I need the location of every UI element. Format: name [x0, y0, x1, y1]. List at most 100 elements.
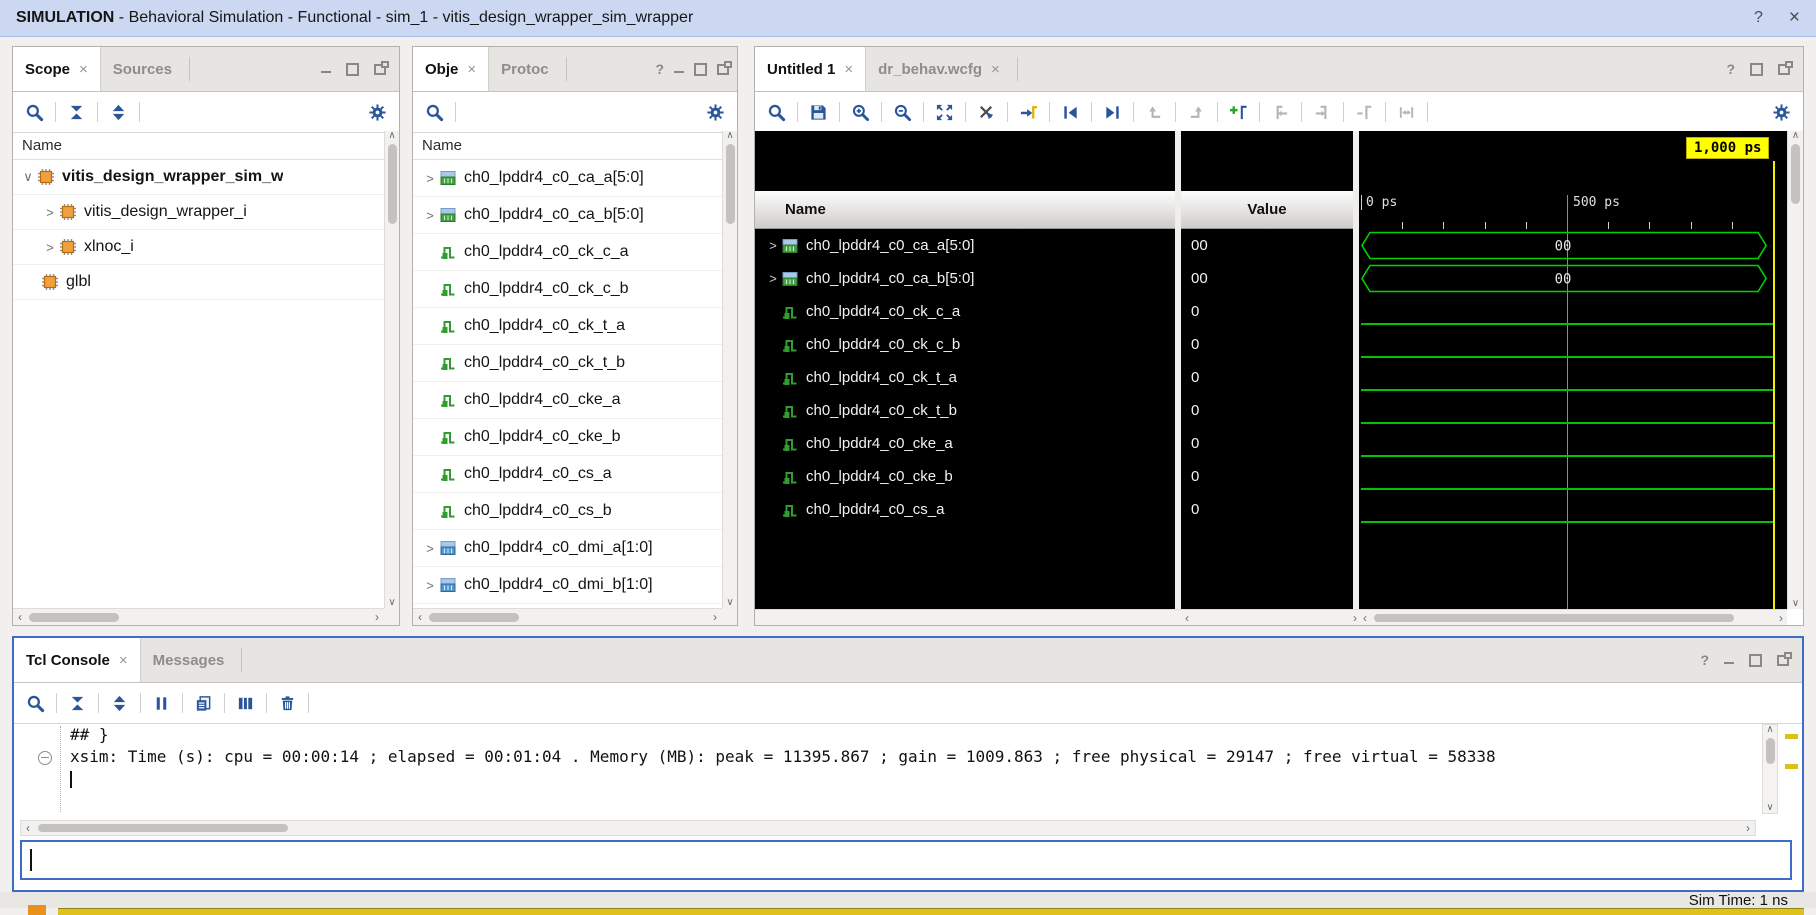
previous-marker-button[interactable]	[1267, 99, 1294, 126]
previous-transition-button[interactable]	[1057, 99, 1084, 126]
report-button[interactable]	[232, 690, 259, 717]
scroll-left-icon[interactable]: ‹	[1363, 612, 1367, 624]
remove-marker-button[interactable]	[1351, 99, 1378, 126]
wave-signal-row[interactable]: >ch0_lpddr4_c0_ca_a[5:0]	[755, 229, 1175, 262]
chevron-down-icon[interactable]: ∨	[19, 169, 37, 185]
scroll-left-icon[interactable]: ‹	[26, 822, 30, 834]
time-cursor[interactable]	[1773, 161, 1775, 609]
chevron-right-icon[interactable]: >	[421, 541, 439, 556]
next-marker-button[interactable]	[1309, 99, 1336, 126]
wave-scalar-lane[interactable]	[1359, 394, 1787, 427]
maximize-icon[interactable]	[1750, 63, 1763, 76]
collapse-line-icon[interactable]	[38, 751, 52, 765]
help-icon[interactable]: ?	[1726, 61, 1735, 77]
scope-vertical-scrollbar[interactable]: ∧ ∨	[384, 131, 399, 608]
expand-all-button[interactable]	[106, 690, 133, 717]
float-icon[interactable]	[1777, 655, 1789, 666]
chevron-right-icon[interactable]: >	[421, 578, 439, 593]
scope-name-column-header[interactable]: Name	[13, 131, 384, 160]
tree-row-root[interactable]: ∨ vitis_design_wrapper_sim_w	[13, 160, 384, 195]
next-transition-button[interactable]	[1099, 99, 1126, 126]
objects-name-column-header[interactable]: Name	[413, 131, 722, 160]
wave-vertical-scrollbar[interactable]: ∧ ∨	[1787, 131, 1803, 609]
wave-scalar-lane[interactable]	[1359, 460, 1787, 493]
maximize-icon[interactable]	[694, 63, 707, 76]
search-button[interactable]	[22, 690, 49, 717]
swap-previous-button[interactable]	[1141, 99, 1168, 126]
console-horizontal-scrollbar[interactable]: ‹ ›	[20, 820, 1756, 836]
zoom-out-button[interactable]	[889, 99, 916, 126]
signal-row[interactable]: ch0_lpddr4_c0_cs_a	[413, 456, 722, 493]
scroll-up-icon[interactable]: ∧	[388, 131, 395, 141]
save-button[interactable]	[805, 99, 832, 126]
settings-gear-button[interactable]	[1768, 99, 1795, 126]
wave-signal-row[interactable]: ch0_lpddr4_c0_ck_c_a	[755, 295, 1175, 328]
scroll-marker-yellow[interactable]	[1785, 764, 1798, 769]
tab-scope[interactable]: Scope ×	[13, 47, 101, 91]
tab-sources[interactable]: Sources	[101, 47, 184, 91]
scrollbar-thumb[interactable]	[1766, 738, 1775, 764]
swap-next-button[interactable]	[1183, 99, 1210, 126]
close-icon[interactable]: ×	[1789, 7, 1800, 29]
search-button[interactable]	[763, 99, 790, 126]
float-icon[interactable]	[1778, 64, 1790, 75]
tab-untitled-1[interactable]: Untitled 1 ×	[755, 47, 866, 91]
chevron-right-icon[interactable]: >	[765, 271, 781, 286]
chevron-right-icon[interactable]: >	[41, 205, 59, 220]
wave-signal-row[interactable]: ch0_lpddr4_c0_ck_t_b	[755, 394, 1175, 427]
scroll-right-icon[interactable]: ›	[1353, 612, 1357, 624]
minimize-icon[interactable]	[674, 71, 684, 73]
wave-signal-row[interactable]: ch0_lpddr4_c0_cke_a	[755, 427, 1175, 460]
scrollbar-thumb[interactable]	[38, 824, 288, 832]
help-icon[interactable]: ?	[1700, 652, 1709, 668]
collapse-all-button[interactable]	[64, 690, 91, 717]
tab-protocol[interactable]: Protoc	[489, 47, 561, 91]
wave-value-header[interactable]: Value	[1181, 191, 1353, 229]
maximize-icon[interactable]	[346, 63, 359, 76]
scroll-marker-yellow[interactable]	[1785, 734, 1798, 739]
disable-snap-button[interactable]	[973, 99, 1000, 126]
wave-name-header[interactable]: Name	[755, 191, 1175, 229]
wave-scalar-lane[interactable]	[1359, 361, 1787, 394]
wave-signal-row[interactable]: ch0_lpddr4_c0_cs_a	[755, 493, 1175, 526]
tab-messages[interactable]: Messages	[141, 638, 237, 682]
scroll-left-icon[interactable]: ‹	[1185, 612, 1189, 624]
scroll-left-icon[interactable]: ‹	[18, 611, 22, 623]
clear-console-button[interactable]	[274, 690, 301, 717]
scroll-down-icon[interactable]: ∨	[1792, 599, 1799, 609]
zoom-fit-button[interactable]	[931, 99, 958, 126]
wave-scalar-lane[interactable]	[1359, 427, 1787, 460]
wave-scalar-lane[interactable]	[1359, 295, 1787, 328]
collapse-all-button[interactable]	[63, 99, 90, 126]
signal-row[interactable]: >ch0_lpddr4_c0_dmi_a[1:0]	[413, 530, 722, 567]
wave-bus-lane[interactable]: 00	[1359, 262, 1787, 295]
console-output[interactable]: ## } xsim: Time (s): cpu = 00:00:14 ; el…	[20, 724, 1756, 814]
tree-row[interactable]: glbl	[13, 265, 384, 300]
signal-row[interactable]: ch0_lpddr4_c0_cke_a	[413, 382, 722, 419]
help-icon[interactable]: ?	[1754, 9, 1763, 27]
minimize-icon[interactable]	[321, 71, 331, 73]
tab-close-icon[interactable]: ×	[991, 61, 1000, 78]
waveform-plot-area[interactable]: 1,000 ps 0 ps 500 ps 00 00	[1359, 131, 1787, 609]
measure-button[interactable]	[1393, 99, 1420, 126]
wave-scalar-lane[interactable]	[1359, 328, 1787, 361]
wave-signal-row[interactable]: ch0_lpddr4_c0_ck_c_b	[755, 328, 1175, 361]
scrollbar-thumb[interactable]	[29, 613, 119, 622]
wave-signal-row[interactable]: ch0_lpddr4_c0_ck_t_a	[755, 361, 1175, 394]
signal-row[interactable]: >ch0_lpddr4_c0_dmi_b[1:0]	[413, 567, 722, 604]
copy-button[interactable]	[190, 690, 217, 717]
settings-gear-button[interactable]	[702, 99, 729, 126]
objects-horizontal-scrollbar[interactable]: ‹ ›	[413, 608, 722, 625]
console-vertical-scrollbar[interactable]: ∧ ∨	[1762, 724, 1778, 814]
signal-row[interactable]: >ch0_lpddr4_c0_ca_a[5:0]	[413, 160, 722, 197]
expand-all-button[interactable]	[105, 99, 132, 126]
scroll-down-icon[interactable]: ∨	[388, 598, 395, 608]
signal-row[interactable]: >ch0_lpddr4_c0_ca_b[5:0]	[413, 197, 722, 234]
scrollbar-thumb[interactable]	[388, 144, 397, 224]
scroll-down-icon[interactable]: ∨	[726, 598, 733, 608]
wave-signal-row[interactable]: ch0_lpddr4_c0_cke_b	[755, 460, 1175, 493]
pause-output-button[interactable]	[148, 690, 175, 717]
scroll-down-icon[interactable]: ∨	[1766, 803, 1773, 813]
scroll-up-icon[interactable]: ∧	[1792, 131, 1799, 141]
search-button[interactable]	[421, 99, 448, 126]
